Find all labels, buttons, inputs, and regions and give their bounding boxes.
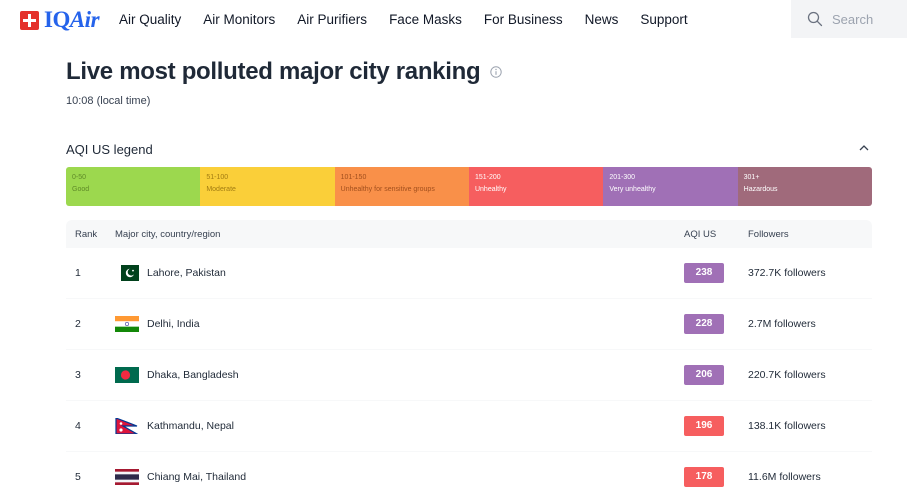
aqi-badge: 196 [684,416,724,436]
title-row: Live most polluted major city ranking [66,58,503,86]
city-link[interactable]: Chiang Mai, Thailand [147,471,246,483]
table-row[interactable]: 1 Lahore, Pakistan 238 372.7K followers [66,248,872,298]
swiss-cross-icon [20,10,39,30]
local-time: 10:08 (local time) [66,95,151,107]
followers-count: 372.7K followers [748,267,826,279]
legend-segment-unhealthy: 151-200 Unhealthy [468,167,604,206]
nav-news[interactable]: News [585,12,619,28]
aqi-badge: 206 [684,365,724,385]
page-title: Live most polluted major city ranking [66,58,481,85]
followers-count: 11.6M followers [748,471,821,483]
header-followers: Followers [748,229,789,240]
legend-segment-hazardous: 301+ Hazardous [737,167,872,206]
legend-segment-good: 0-50 Good [66,167,201,206]
aqi-legend-bar: 0-50 Good 51-100 Moderate 101-150 Unhealthy… [66,167,872,206]
nav-face-masks[interactable]: Face Masks [389,12,462,28]
rank-cell: 2 [75,318,81,330]
nepal-flag-icon [115,418,139,434]
main-nav: Air Quality Air Monitors Air Purifiers F… [119,12,710,28]
aqi-badge: 238 [684,263,724,283]
followers-count: 2.7M followers [748,318,816,330]
bangladesh-flag-icon [115,367,139,383]
thailand-flag-icon [115,469,139,485]
search-placeholder: Search [832,11,874,27]
iqair-logo[interactable]: IQAir [20,7,100,32]
table-row[interactable]: 5 Chiang Mai, Thailand 178 11.6M followe… [66,452,872,501]
table-row[interactable]: 4 Kathmandu, Nepal 196 138.1K followers [66,401,872,451]
nav-air-quality[interactable]: Air Quality [119,12,181,28]
city-link[interactable]: Lahore, Pakistan [147,267,226,279]
nav-support[interactable]: Support [640,12,687,28]
legend-title: AQI US legend [66,142,153,157]
logo-text: IQAir [44,7,100,32]
legend-segment-sensitive: 101-150 Unhealthy for sensitive groups [334,167,469,206]
header-city: Major city, country/region [115,229,221,240]
aqi-badge: 228 [684,314,724,334]
chevron-up-icon[interactable] [858,142,870,154]
nav-air-monitors[interactable]: Air Monitors [203,12,275,28]
rank-cell: 5 [75,471,81,483]
top-header: IQAir Air Quality Air Monitors Air Purif… [0,0,907,40]
followers-count: 138.1K followers [748,420,826,432]
nav-for-business[interactable]: For Business [484,12,563,28]
city-link[interactable]: Dhaka, Bangladesh [147,369,239,381]
info-icon[interactable] [490,66,503,78]
table-row[interactable]: 3 Dhaka, Bangladesh 206 220.7K followers [66,350,872,400]
table-header: Rank Major city, country/region AQI US F… [66,220,872,248]
ranking-table: Rank Major city, country/region AQI US F… [66,220,872,501]
rank-cell: 1 [75,267,81,279]
search-icon [807,11,823,27]
search-input[interactable]: Search [791,0,907,38]
pakistan-flag-icon [115,265,139,281]
rank-cell: 3 [75,369,81,381]
legend-segment-moderate: 51-100 Moderate [200,167,335,206]
city-link[interactable]: Delhi, India [147,318,200,330]
header-aqi[interactable]: AQI US [684,229,716,240]
city-link[interactable]: Kathmandu, Nepal [147,420,234,432]
nav-air-purifiers[interactable]: Air Purifiers [297,12,367,28]
header-rank: Rank [75,229,98,240]
legend-segment-very-unhealthy: 201-300 Very unhealthy [603,167,738,206]
rank-cell: 4 [75,420,81,432]
india-flag-icon [115,316,139,332]
followers-count: 220.7K followers [748,369,826,381]
aqi-badge: 178 [684,467,724,487]
table-row[interactable]: 2 Delhi, India 228 2.7M followers [66,299,872,349]
